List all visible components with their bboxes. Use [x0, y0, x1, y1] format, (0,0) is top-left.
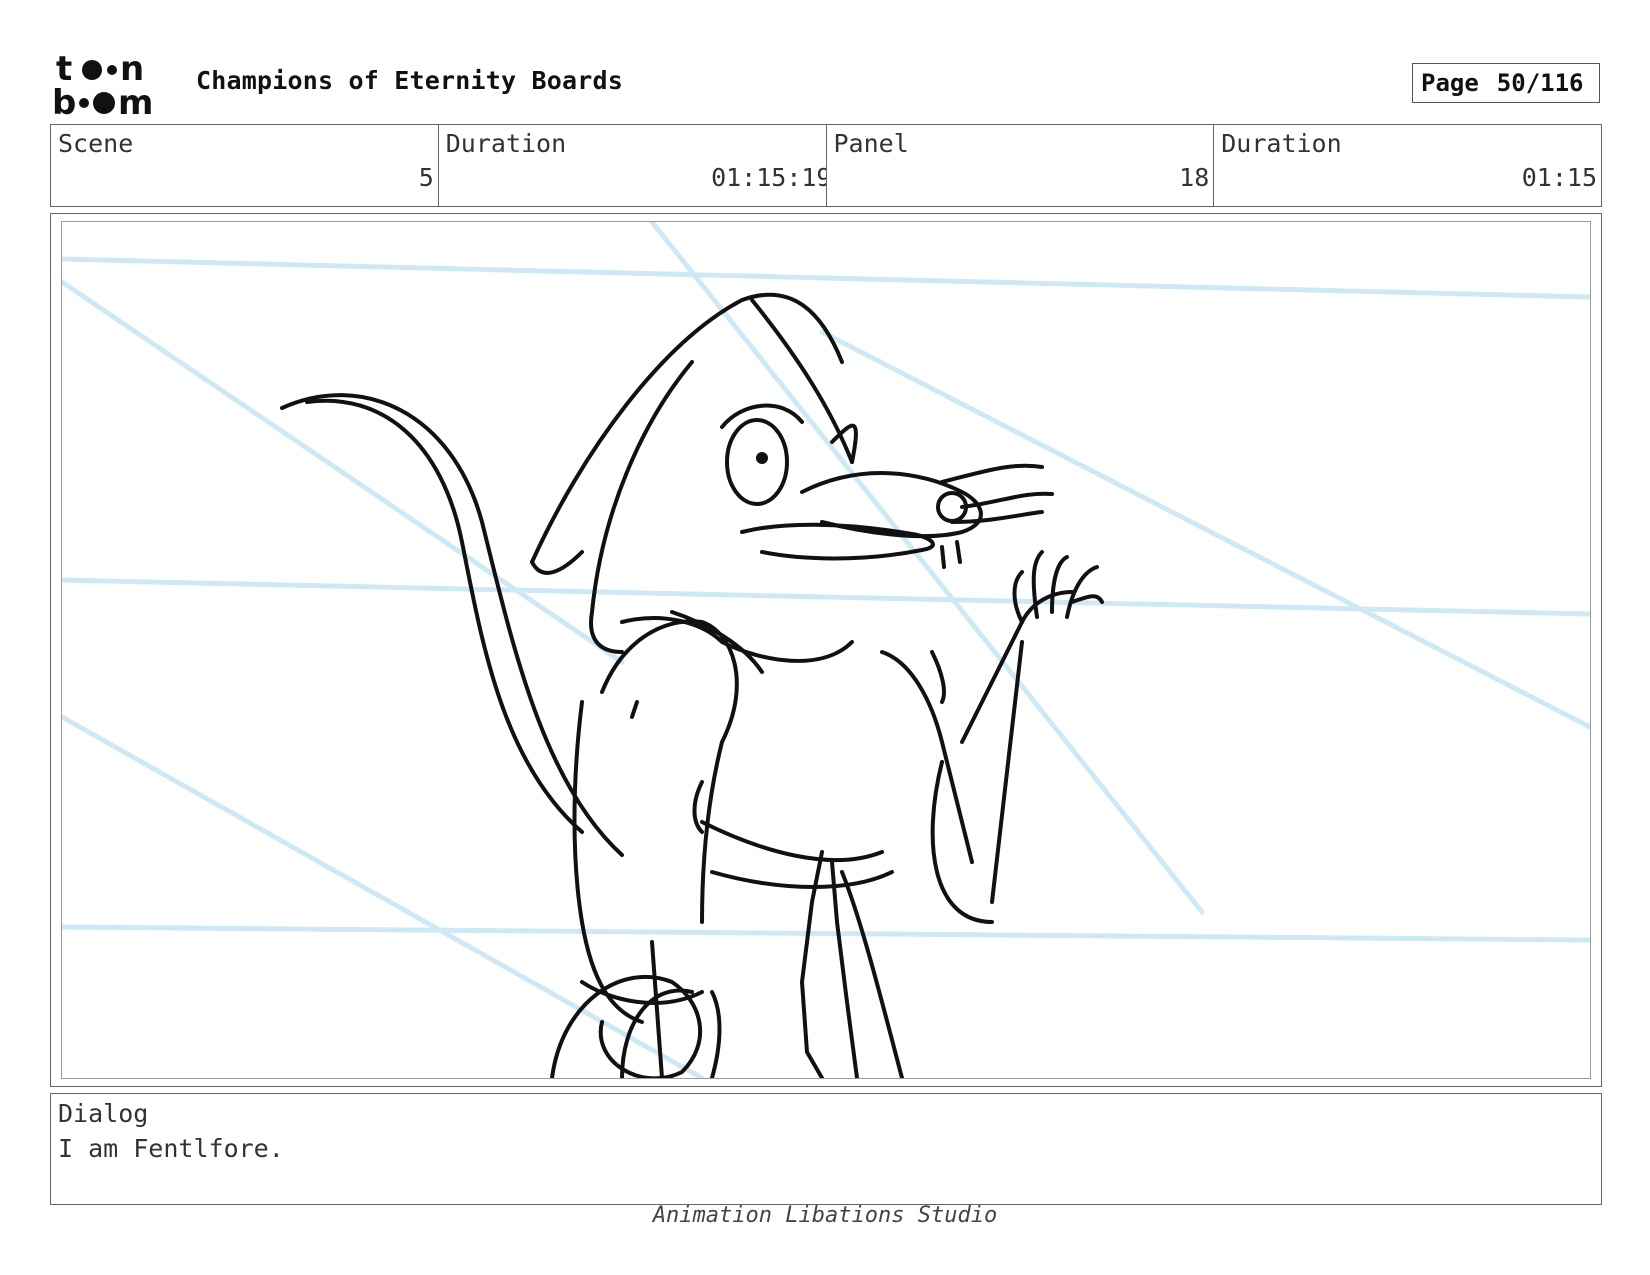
- panel-number: 18: [1179, 163, 1210, 192]
- page-label: Page: [1421, 69, 1479, 97]
- svg-text:m: m: [118, 83, 153, 120]
- panel-label: Panel: [833, 129, 909, 158]
- panel-info-row: Scene 5 Duration 01:15:19 Panel 18 Durat…: [50, 124, 1602, 207]
- page-indicator: Page 50/116: [1412, 63, 1600, 103]
- page-number: 50/116: [1496, 69, 1584, 97]
- scene-duration-value: 01:15:19: [711, 163, 827, 192]
- panel-drawing: [61, 221, 1591, 1079]
- dialog-box: Dialog I am Fentlfore.: [50, 1093, 1602, 1205]
- panel-cell: Panel 18: [827, 125, 1215, 206]
- scene-number: 5: [418, 163, 434, 192]
- sketch-artwork: [62, 222, 1590, 1078]
- dialog-label: Dialog: [58, 1099, 149, 1128]
- panel-frame: [50, 213, 1602, 1087]
- panel-duration-cell: Duration 01:15: [1214, 125, 1601, 206]
- scene-duration-label: Duration: [445, 129, 567, 158]
- svg-text:b: b: [52, 83, 76, 120]
- panel-duration-value: 01:15: [1521, 163, 1597, 192]
- toon-boom-logo-icon: t n b m: [52, 50, 153, 120]
- scene-cell: Scene 5: [51, 125, 439, 206]
- scene-duration-cell: Duration 01:15:19: [439, 125, 827, 206]
- dialog-text: I am Fentlfore.: [58, 1134, 284, 1163]
- scene-label: Scene: [58, 129, 134, 158]
- board-title: Champions of Eternity Boards: [196, 66, 624, 95]
- studio-footer: Animation Libations Studio: [652, 1203, 998, 1228]
- panel-duration-label: Duration: [1221, 129, 1342, 158]
